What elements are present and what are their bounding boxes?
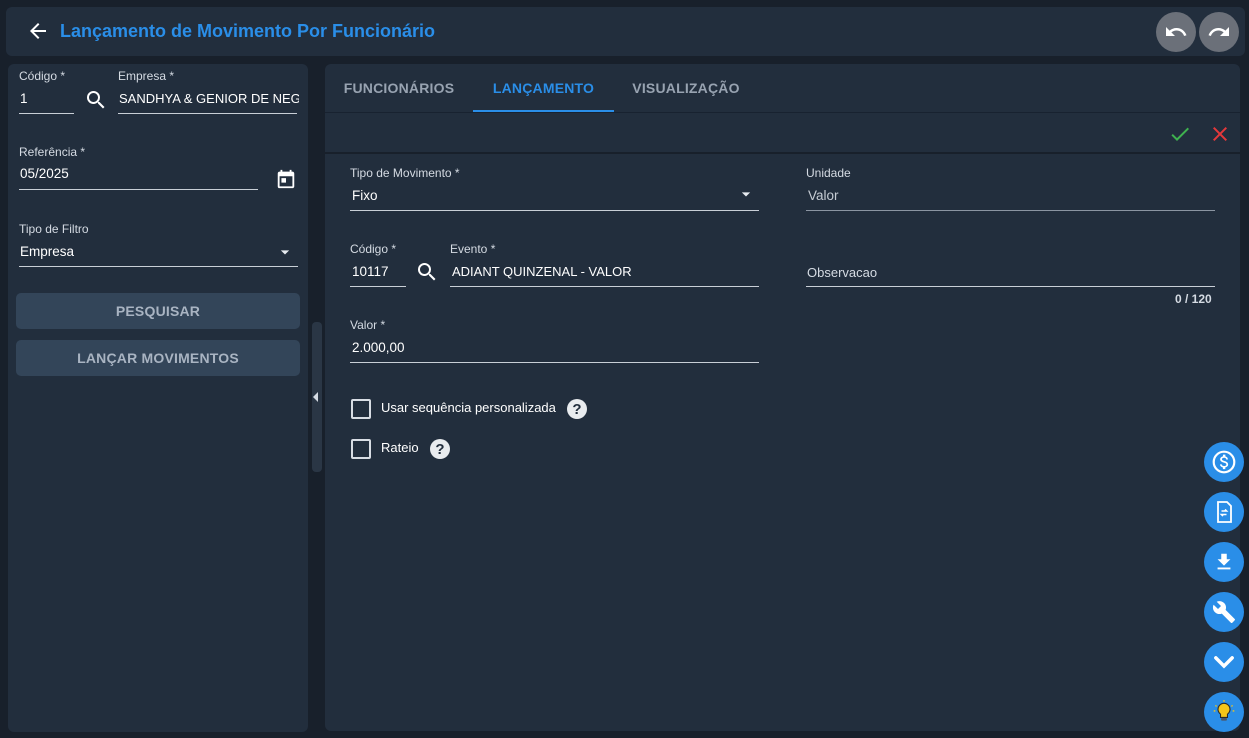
usar-sequencia-label: Usar sequência personalizada xyxy=(381,400,556,415)
tipo-movimento-select[interactable]: Fixo xyxy=(352,188,712,203)
empresa-underline xyxy=(118,113,297,114)
valor-field[interactable]: 2.000,00 xyxy=(352,340,652,355)
tabs-panel: FUNCIONÁRIOS LANÇAMENTO VISUALIZAÇÃO xyxy=(325,64,1240,152)
chevron-down-fab-button[interactable] xyxy=(1204,642,1244,682)
wrench-icon xyxy=(1212,601,1235,623)
app-header: Lançamento de Movimento Por Funcionário xyxy=(6,7,1245,56)
evento-codigo-label: Código * xyxy=(350,242,397,256)
unidade-field: Valor xyxy=(808,188,839,203)
valor-underline xyxy=(350,362,759,363)
tab-funcionarios[interactable]: FUNCIONÁRIOS xyxy=(325,64,473,112)
referencia-underline xyxy=(19,189,258,190)
tipo-movimento-label: Tipo de Movimento * xyxy=(350,166,460,180)
search-icon[interactable] xyxy=(84,88,108,112)
codigo-field[interactable]: 1 xyxy=(20,91,70,106)
undo-button[interactable] xyxy=(1156,12,1196,52)
redo-icon xyxy=(1208,27,1229,36)
back-arrow-icon xyxy=(30,23,46,39)
tab-lancamento[interactable]: LANÇAMENTO xyxy=(473,64,614,112)
evento-underline xyxy=(450,286,759,287)
dropdown-arrow-icon[interactable] xyxy=(736,184,756,204)
codigo-underline xyxy=(19,113,74,114)
dropdown-arrow-icon[interactable] xyxy=(275,242,295,262)
lightbulb-icon xyxy=(1213,700,1235,721)
transfer-document-icon xyxy=(1217,501,1232,523)
evento-field[interactable]: ADIANT QUINZENAL - VALOR xyxy=(452,264,752,279)
rateio-checkbox[interactable] xyxy=(351,439,371,459)
codigo-label: Código * xyxy=(19,69,66,83)
help-icon[interactable]: ? xyxy=(430,439,450,459)
observacao-counter: 0 / 120 xyxy=(1175,292,1212,306)
valor-label: Valor * xyxy=(350,318,386,332)
referencia-field[interactable]: 05/2025 xyxy=(20,166,220,181)
tipo-filtro-select[interactable]: Empresa xyxy=(20,244,220,259)
unidade-underline xyxy=(806,210,1215,211)
tabs-divider xyxy=(325,112,1240,113)
unidade-label: Unidade xyxy=(806,166,851,180)
chevron-down-icon xyxy=(1214,656,1234,669)
filter-panel: Código * 1 Empresa * SANDHYA & GENIOR DE… xyxy=(8,64,308,732)
wrench-fab-button[interactable] xyxy=(1204,592,1244,632)
panel-splitter[interactable] xyxy=(312,322,322,472)
search-icon[interactable] xyxy=(415,260,439,284)
page-title: Lançamento de Movimento Por Funcionário xyxy=(60,21,436,41)
tipo-movimento-underline xyxy=(350,210,759,211)
transfer-document-fab-button[interactable] xyxy=(1204,492,1244,532)
redo-button[interactable] xyxy=(1199,12,1239,52)
observacao-underline xyxy=(806,286,1215,287)
tipo-filtro-underline xyxy=(19,266,298,267)
collapse-arrow-icon[interactable] xyxy=(312,392,320,402)
empresa-field[interactable]: SANDHYA & GENIOR DE NEGO xyxy=(119,91,299,106)
tab-visualizacao[interactable]: VISUALIZAÇÃO xyxy=(614,64,758,112)
empresa-label: Empresa * xyxy=(118,69,175,83)
evento-codigo-underline xyxy=(350,286,406,287)
undo-icon xyxy=(1166,27,1187,36)
evento-codigo-field[interactable]: 10117 xyxy=(352,264,402,279)
lightbulb-fab-button[interactable] xyxy=(1204,692,1244,732)
pesquisar-button[interactable]: PESQUISAR xyxy=(16,293,300,329)
dollar-icon xyxy=(1212,450,1236,474)
observacao-input[interactable]: Observacao xyxy=(807,265,1107,280)
referencia-label: Referência * xyxy=(19,145,86,159)
lancamento-form: Tipo de Movimento * Fixo Unidade Valor C… xyxy=(325,154,1240,731)
usar-sequencia-checkbox[interactable] xyxy=(351,399,371,419)
download-fab-button[interactable] xyxy=(1204,542,1244,582)
calendar-icon[interactable] xyxy=(275,168,297,190)
lancar-movimentos-button[interactable]: LANÇAR MOVIMENTOS xyxy=(16,340,300,376)
check-icon[interactable] xyxy=(1168,122,1192,146)
download-icon xyxy=(1217,553,1231,570)
dollar-fab-button[interactable] xyxy=(1204,442,1244,482)
rateio-label: Rateio xyxy=(381,440,419,455)
tipo-filtro-label: Tipo de Filtro xyxy=(19,222,89,236)
help-icon[interactable]: ? xyxy=(567,399,587,419)
close-icon[interactable] xyxy=(1208,122,1232,146)
back-button[interactable] xyxy=(26,19,50,43)
evento-label: Evento * xyxy=(450,242,496,256)
